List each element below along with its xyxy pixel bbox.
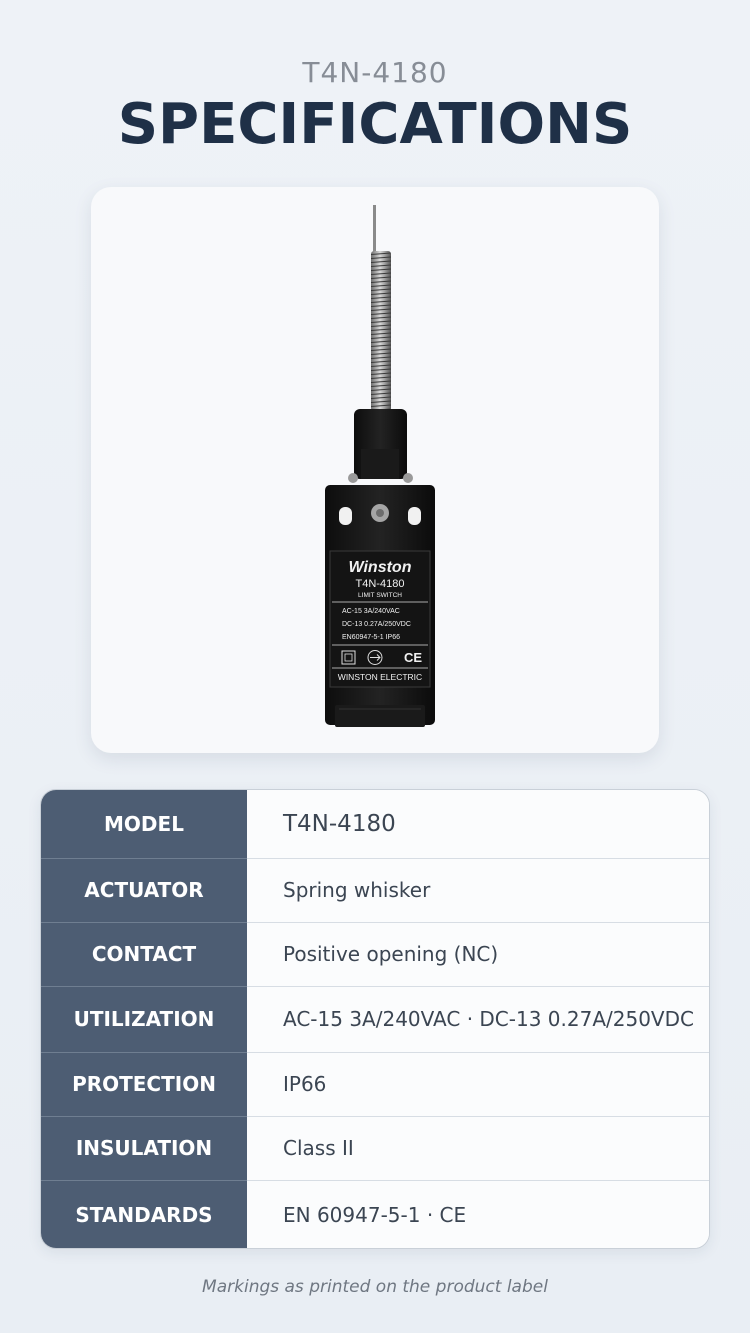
row-divider bbox=[247, 1052, 709, 1053]
row-divider bbox=[247, 922, 709, 923]
spec-key: UTILIZATION bbox=[41, 986, 247, 1052]
brand-label: Winston bbox=[349, 559, 412, 576]
label-rating-dc: DC-13 0.27A/250VDC bbox=[342, 621, 411, 628]
label-rating-ac: AC-15 3A/240VAC bbox=[342, 608, 400, 615]
spec-row-standards: STANDARDS EN 60947-5-1 · CE bbox=[41, 1180, 709, 1248]
spec-row-model: MODEL T4N-4180 bbox=[41, 790, 709, 858]
label-standard: EN60947-5-1 IP66 bbox=[342, 634, 400, 641]
manufacturer-label: WINSTON ELECTRIC bbox=[338, 672, 422, 682]
spec-key: ACTUATOR bbox=[41, 858, 247, 922]
product-image-card: Winston T4N-4180 LIMIT SWITCH AC-15 3A/2… bbox=[91, 187, 659, 753]
spring-whisker bbox=[371, 251, 391, 411]
label-model: T4N-4180 bbox=[356, 578, 405, 590]
row-divider bbox=[41, 858, 247, 859]
row-divider bbox=[247, 1116, 709, 1117]
spec-value: Spring whisker bbox=[247, 858, 709, 922]
model-subtitle: T4N-4180 bbox=[302, 56, 448, 89]
whisker-tip bbox=[373, 205, 376, 255]
row-divider bbox=[247, 858, 709, 859]
spec-row-utilization: UTILIZATION AC-15 3A/240VAC · DC-13 0.27… bbox=[41, 986, 709, 1052]
row-divider bbox=[41, 1180, 247, 1181]
spec-value: T4N-4180 bbox=[247, 790, 709, 858]
footnote: Markings as printed on the product label bbox=[202, 1277, 548, 1297]
limit-switch-image: Winston T4N-4180 LIMIT SWITCH AC-15 3A/2… bbox=[325, 205, 435, 727]
ce-mark: CE bbox=[404, 650, 422, 665]
label-type: LIMIT SWITCH bbox=[358, 592, 402, 599]
row-divider bbox=[41, 1116, 247, 1117]
spec-key: MODEL bbox=[41, 790, 247, 858]
row-divider bbox=[41, 922, 247, 923]
spec-value: EN 60947-5-1 · CE bbox=[247, 1180, 709, 1248]
spec-key: CONTACT bbox=[41, 922, 247, 986]
spec-key: STANDARDS bbox=[41, 1180, 247, 1248]
row-divider bbox=[247, 1180, 709, 1181]
spec-row-actuator: ACTUATOR Spring whisker bbox=[41, 858, 709, 922]
spec-table: MODEL T4N-4180 ACTUATOR Spring whisker C… bbox=[40, 789, 710, 1249]
spec-key: INSULATION bbox=[41, 1116, 247, 1180]
spec-row-contact: CONTACT Positive opening (NC) bbox=[41, 922, 709, 986]
spec-value: Positive opening (NC) bbox=[247, 922, 709, 986]
page-title: SPECIFICATIONS bbox=[117, 92, 633, 157]
spec-key: PROTECTION bbox=[41, 1052, 247, 1116]
row-divider bbox=[247, 986, 709, 987]
row-divider bbox=[41, 986, 247, 987]
spec-row-protection: PROTECTION IP66 bbox=[41, 1052, 709, 1116]
spec-value: Class II bbox=[247, 1116, 709, 1180]
spec-value: AC-15 3A/240VAC · DC-13 0.27A/250VDC bbox=[247, 986, 709, 1052]
spec-value: IP66 bbox=[247, 1052, 709, 1116]
row-divider bbox=[41, 1052, 247, 1053]
spec-row-insulation: INSULATION Class II bbox=[41, 1116, 709, 1180]
